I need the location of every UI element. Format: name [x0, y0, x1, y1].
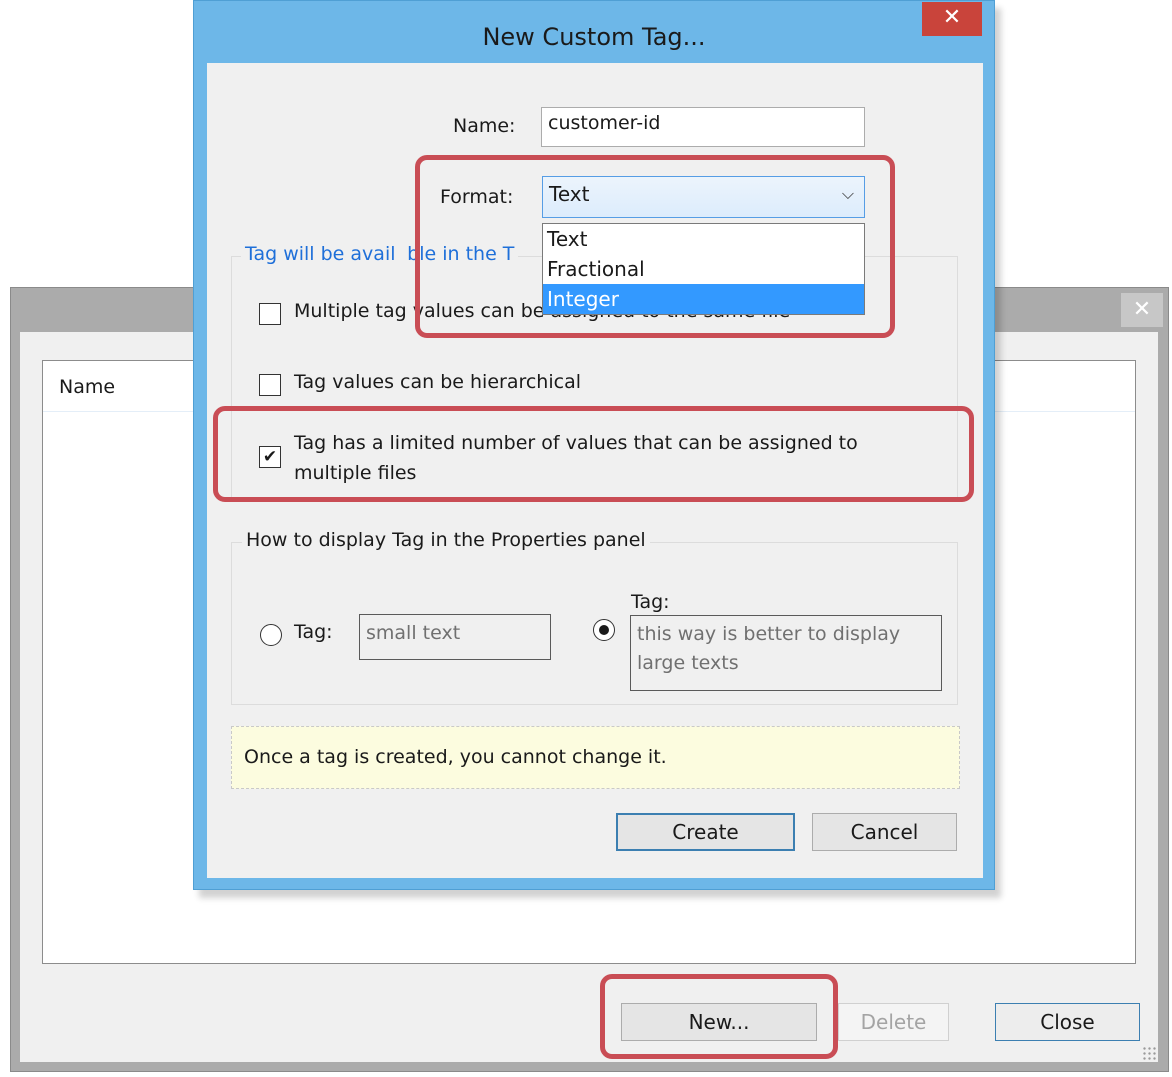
hierarchical-checkbox[interactable] — [259, 374, 281, 396]
limited-values-label[interactable]: Tag has a limited number of values that … — [294, 428, 934, 488]
large-text-radio-label[interactable]: Tag: — [631, 591, 670, 613]
small-text-preview: small text — [359, 614, 551, 660]
large-text-radio[interactable] — [593, 619, 615, 641]
dialog-title: New Custom Tag... — [482, 23, 706, 51]
radio-selected-dot — [599, 625, 609, 635]
format-label: Format: — [440, 186, 514, 208]
chevron-down-icon: ⌵ — [841, 184, 854, 203]
multiple-values-checkbox[interactable] — [259, 303, 281, 325]
hierarchical-label[interactable]: Tag values can be hierarchical — [294, 371, 581, 393]
warning-notice: Once a tag is created, you cannot change… — [231, 726, 960, 789]
format-selected-value: Text — [549, 182, 590, 206]
limited-values-checkbox[interactable]: ✔ — [259, 446, 281, 468]
resize-grip-icon[interactable] — [1142, 1046, 1156, 1060]
format-option-integer[interactable]: Integer — [543, 284, 864, 314]
dialog-client: Name: customer-id Format: Text ⌵ Text Fr… — [207, 63, 983, 878]
close-icon[interactable]: ✕ — [1121, 293, 1163, 327]
small-text-radio-label[interactable]: Tag: — [294, 621, 333, 643]
close-button[interactable]: Close — [995, 1003, 1140, 1041]
column-header-name[interactable]: Name — [59, 376, 115, 398]
delete-button: Delete — [838, 1003, 949, 1041]
close-icon[interactable]: ✕ — [922, 2, 982, 36]
large-text-preview: this way is better to display large text… — [630, 615, 942, 691]
create-button[interactable]: Create — [616, 813, 795, 851]
name-input[interactable]: customer-id — [541, 107, 865, 147]
new-button[interactable]: New... — [621, 1003, 817, 1041]
small-text-radio[interactable] — [260, 624, 282, 646]
new-custom-tag-dialog: New Custom Tag... ✕ Name: customer-id Fo… — [193, 0, 995, 890]
availability-group-legend: Tag will be available in the T — [241, 243, 519, 265]
cancel-button[interactable]: Cancel — [812, 813, 957, 851]
checkmark-icon: ✔ — [262, 447, 278, 467]
display-group-legend: How to display Tag in the Properties pan… — [242, 529, 650, 551]
format-option-text[interactable]: Text — [543, 224, 864, 254]
name-label: Name: — [453, 115, 516, 137]
format-option-fractional[interactable]: Fractional — [543, 254, 864, 284]
format-dropdown: Text Fractional Integer — [542, 223, 865, 315]
format-select[interactable]: Text ⌵ — [542, 176, 865, 218]
